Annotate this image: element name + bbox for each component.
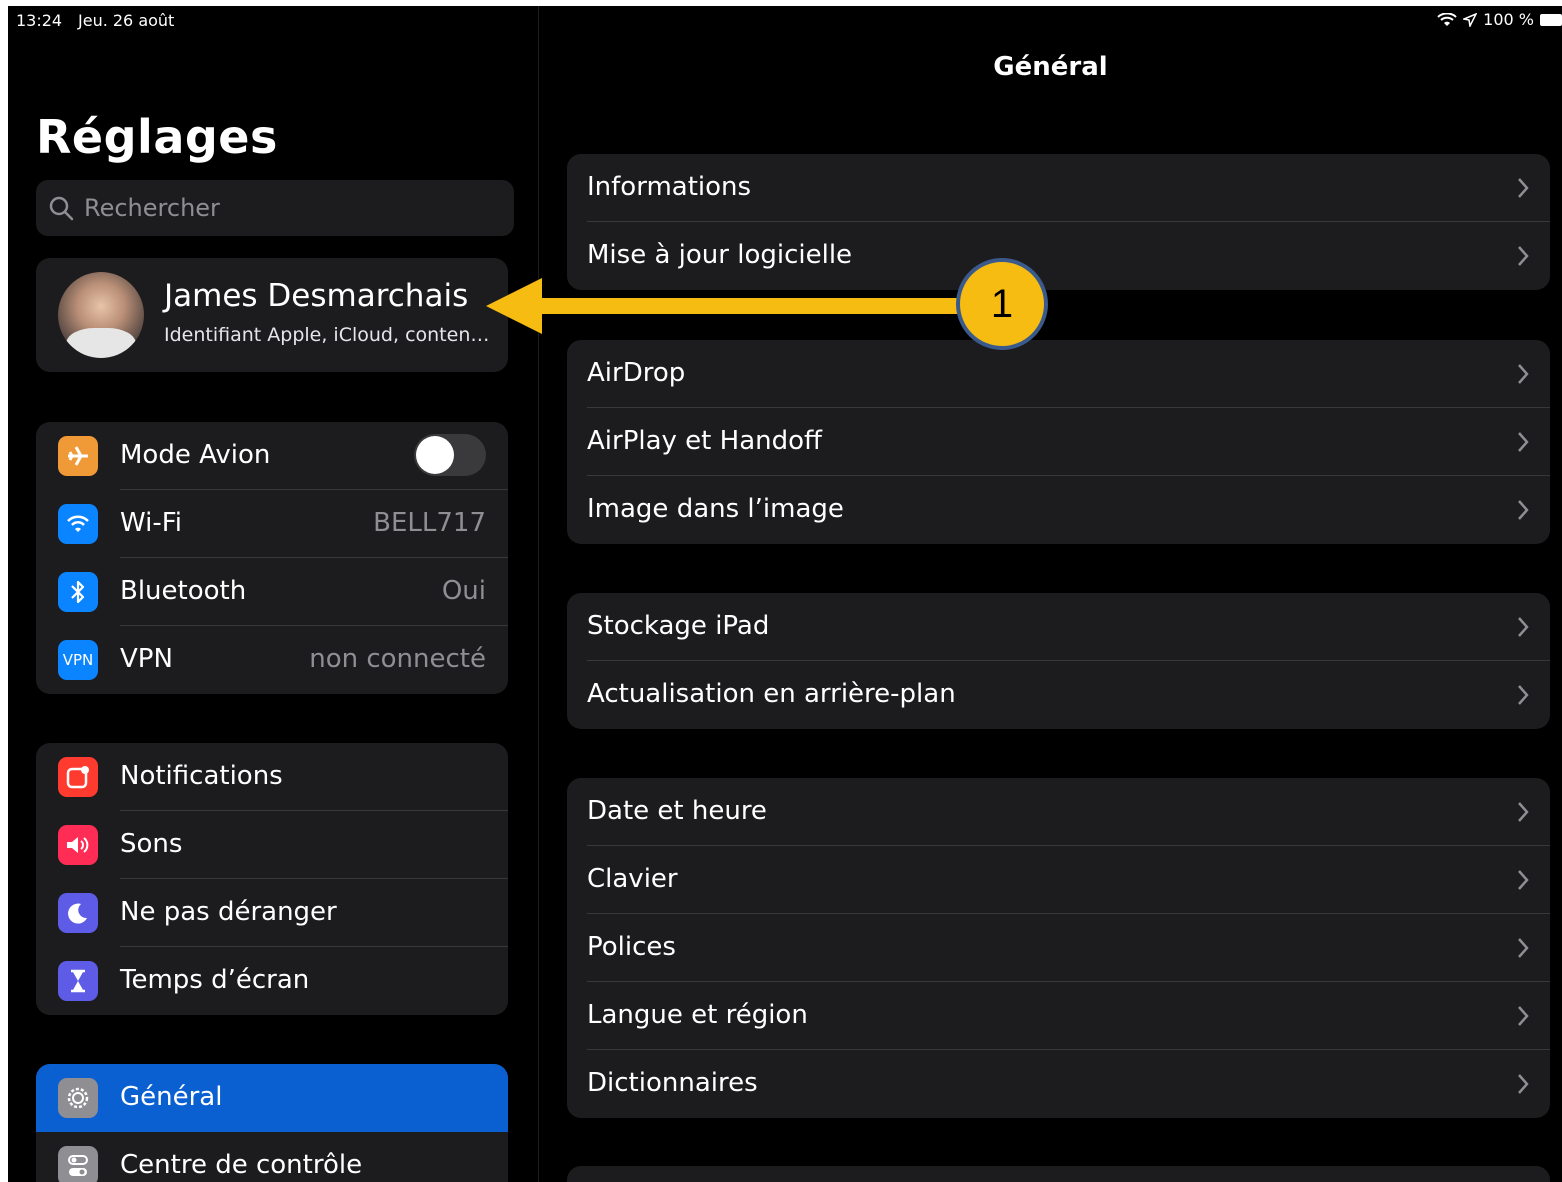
chevron-right-icon [1518, 500, 1529, 520]
chevron-right-icon [1518, 246, 1529, 266]
list-item-label: Mise à jour logicielle [587, 240, 853, 270]
profile-subtitle: Identifiant Apple, iCloud, conten… [164, 324, 490, 346]
locale-group: Date et heure Clavier Polices Langue et … [567, 778, 1550, 1118]
detail-title: Général [993, 52, 1108, 82]
gear-icon [58, 1078, 98, 1118]
chevron-right-icon [1518, 178, 1529, 198]
sidebar-item-vpn[interactable]: VPN VPN non connecté [36, 626, 508, 694]
hourglass-icon [58, 961, 98, 1001]
annotation-number: 1 [990, 281, 1014, 326]
list-item-date-time[interactable]: Date et heure [567, 778, 1550, 846]
airplane-icon [58, 436, 98, 476]
list-item-language-region[interactable]: Langue et région [567, 982, 1550, 1050]
list-item-label: Clavier [587, 864, 678, 894]
list-item-label: Polices [587, 932, 676, 962]
sidebar-item-screen-time[interactable]: Temps d’écran [36, 947, 508, 1015]
sound-icon [58, 825, 98, 865]
bluetooth-icon [58, 572, 98, 612]
sidebar-item-label: Centre de contrôle [120, 1150, 363, 1180]
list-item-fonts[interactable]: Polices [567, 914, 1550, 982]
chevron-right-icon [1518, 802, 1529, 822]
sidebar-item-general[interactable]: Général [36, 1064, 508, 1132]
vpn-status-value: non connecté [309, 644, 486, 674]
chevron-right-icon [1518, 1006, 1529, 1026]
about-group: Informations Mise à jour logicielle [567, 154, 1550, 290]
wifi-icon [58, 504, 98, 544]
list-item-label: AirDrop [587, 358, 686, 388]
annotation-callout: 1 [956, 258, 1048, 350]
settings-sidebar: Réglages James Desmarchais Identifiant A… [8, 6, 539, 1182]
list-item-label: Stockage iPad [587, 611, 770, 641]
vpn-icon: VPN [58, 640, 98, 680]
sidebar-item-sounds[interactable]: Sons [36, 811, 508, 879]
sidebar-item-label: Bluetooth [120, 576, 247, 606]
search-bar[interactable] [36, 180, 514, 236]
chevron-right-icon [1518, 617, 1529, 637]
list-item-label: Image dans l’image [587, 494, 844, 524]
search-icon [49, 196, 74, 221]
sharing-group: AirDrop AirPlay et Handoff Image dans l’… [567, 340, 1550, 544]
general-group: Général Centre de contrôle [36, 1064, 508, 1182]
list-item-label: Dictionnaires [587, 1068, 758, 1098]
control-center-icon [58, 1146, 98, 1182]
avatar [58, 272, 144, 358]
sidebar-title: Réglages [36, 110, 278, 164]
sidebar-item-label: Général [120, 1082, 223, 1112]
storage-group: Stockage iPad Actualisation en arrière-p… [567, 593, 1550, 729]
sidebar-item-notifications[interactable]: Notifications [36, 743, 508, 811]
notifications-group: Notifications Sons Ne pas déranger Temps… [36, 743, 508, 1015]
search-input[interactable] [82, 193, 486, 223]
list-item-informations[interactable]: Informations [567, 154, 1550, 222]
chevron-right-icon [1518, 938, 1529, 958]
chevron-right-icon [1518, 685, 1529, 705]
sidebar-item-bluetooth[interactable]: Bluetooth Oui [36, 558, 508, 626]
list-item-ipad-storage[interactable]: Stockage iPad [567, 593, 1550, 661]
general-detail-pane: Général Informations Mise à jour logicie… [539, 6, 1562, 1182]
list-item-label: AirPlay et Handoff [587, 426, 822, 456]
wifi-network-value: BELL717 [373, 508, 486, 538]
vpn-icon-text: VPN [62, 651, 94, 669]
sidebar-item-wifi[interactable]: Wi-Fi BELL717 [36, 490, 508, 558]
airplane-mode-toggle[interactable] [414, 434, 486, 476]
ipad-screen: 13:24 Jeu. 26 août 100 % Réglages Recher… [8, 6, 1562, 1182]
list-item-airplay-handoff[interactable]: AirPlay et Handoff [567, 408, 1550, 476]
notifications-icon [58, 757, 98, 797]
sidebar-item-control-center[interactable]: Centre de contrôle [36, 1132, 508, 1182]
chevron-right-icon [1518, 870, 1529, 890]
list-item-label: Informations [587, 172, 752, 202]
list-item-label: Langue et région [587, 1000, 808, 1030]
sidebar-item-label: VPN [120, 644, 173, 674]
profile-name: James Desmarchais [164, 278, 469, 314]
list-item-keyboard[interactable]: Clavier [567, 846, 1550, 914]
sidebar-item-label: Temps d’écran [120, 965, 310, 995]
sidebar-item-label: Wi-Fi [120, 508, 183, 538]
list-item-picture-in-picture[interactable]: Image dans l’image [567, 476, 1550, 544]
connectivity-group: Mode Avion Wi-Fi BELL717 Bluetooth Oui V… [36, 422, 508, 694]
sidebar-item-label: Mode Avion [120, 440, 271, 470]
moon-icon [58, 893, 98, 933]
chevron-right-icon [1518, 1074, 1529, 1094]
sidebar-item-airplane-mode[interactable]: Mode Avion [36, 422, 508, 490]
list-item-software-update[interactable]: Mise à jour logicielle [567, 222, 1550, 290]
list-item-dictionaries[interactable]: Dictionnaires [567, 1050, 1550, 1118]
sidebar-item-do-not-disturb[interactable]: Ne pas déranger [36, 879, 508, 947]
list-item-background-refresh[interactable]: Actualisation en arrière-plan [567, 661, 1550, 729]
list-item-label: Date et heure [587, 796, 767, 826]
next-group-partial [567, 1166, 1550, 1182]
apple-id-profile[interactable]: James Desmarchais Identifiant Apple, iCl… [36, 258, 508, 372]
sidebar-item-label: Sons [120, 829, 183, 859]
chevron-right-icon [1518, 432, 1529, 452]
sidebar-item-label: Ne pas déranger [120, 897, 337, 927]
list-item-label: Actualisation en arrière-plan [587, 679, 956, 709]
sidebar-item-label: Notifications [120, 761, 283, 791]
bluetooth-value: Oui [441, 576, 486, 606]
list-item-airdrop[interactable]: AirDrop [567, 340, 1550, 408]
chevron-right-icon [1518, 364, 1529, 384]
